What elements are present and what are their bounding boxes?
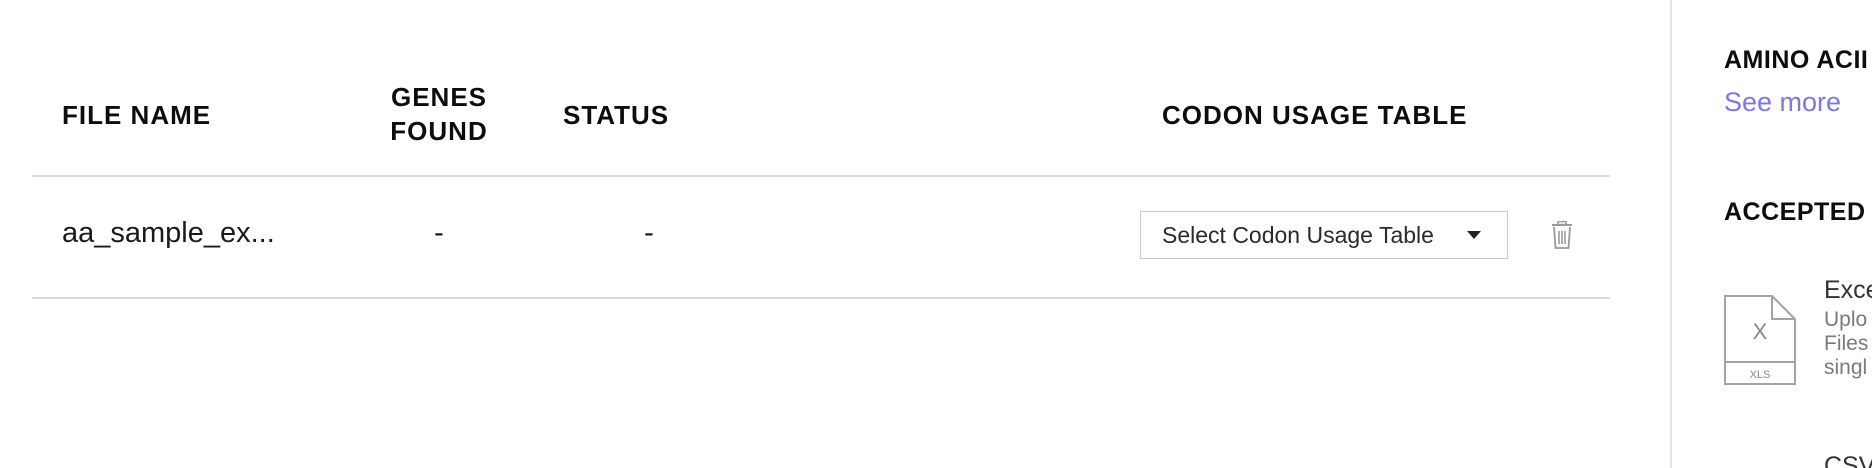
column-header-genes-found-line2: FOUND	[390, 116, 488, 146]
excel-format-title: Exce	[1824, 276, 1872, 304]
amino-acid-section-title: AMINO ACII	[1724, 46, 1869, 74]
column-header-file-name: FILE NAME	[62, 100, 212, 130]
caret-down-icon	[1467, 231, 1481, 239]
xls-icon-extension: XLS	[1750, 369, 1771, 381]
xls-icon-letter: X	[1753, 319, 1768, 344]
see-more-link[interactable]: See more	[1724, 87, 1841, 118]
excel-desc-line3: singl	[1824, 356, 1868, 379]
csv-format-title: CSV	[1824, 452, 1872, 468]
status-cell: -	[644, 217, 654, 249]
table-header: FILE NAME GENES FOUND STATUS CODON USAGE…	[32, 0, 1610, 177]
trash-icon[interactable]	[1550, 221, 1574, 249]
column-header-genes-found-line1: GENES	[390, 82, 488, 112]
page: FILE NAME GENES FOUND STATUS CODON USAGE…	[0, 0, 1872, 468]
excel-format-description: Uplo Files singl	[1824, 308, 1868, 380]
column-header-genes-found: GENES FOUND	[350, 80, 528, 148]
column-header-status: STATUS	[563, 100, 670, 130]
excel-desc-line1: Uplo	[1824, 308, 1868, 331]
side-panel: AMINO ACII See more ACCEPTED X XLS Exce …	[1670, 0, 1872, 468]
files-table: FILE NAME GENES FOUND STATUS CODON USAGE…	[32, 0, 1610, 299]
column-header-codon-usage-table: CODON USAGE TABLE	[1162, 100, 1468, 130]
table-row: aa_sample_ex... - - Select Codon Usage T…	[32, 177, 1610, 299]
file-name-cell: aa_sample_ex...	[62, 217, 275, 249]
excel-desc-line2: Files	[1824, 332, 1869, 355]
xls-file-icon: X XLS	[1724, 295, 1796, 385]
accepted-section-title: ACCEPTED	[1724, 198, 1866, 226]
genes-found-cell: -	[434, 217, 444, 249]
codon-usage-table-select[interactable]: Select Codon Usage Table	[1140, 211, 1508, 259]
codon-usage-table-select-label: Select Codon Usage Table	[1162, 222, 1434, 248]
